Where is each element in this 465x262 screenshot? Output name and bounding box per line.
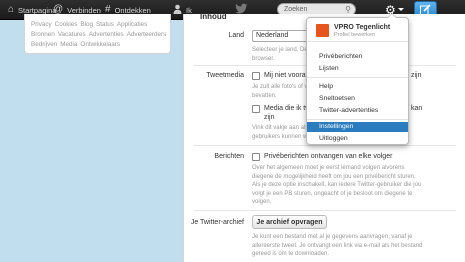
menu-item-lists[interactable]: Lijsten <box>307 64 408 74</box>
footer-links: Privacy Cookies Blog Status Applicaties Bronn… <box>31 20 167 50</box>
person-icon <box>173 4 182 17</box>
dm-option-label: Privéberichten ontvangen van elke volger <box>264 153 393 160</box>
archive-label: Je Twitter-archief <box>190 219 244 226</box>
help-line: Over het algemeen moet je eerst iemand v… <box>252 165 405 171</box>
berichten-label: Berichten <box>214 153 244 160</box>
footer-link[interactable]: Privacy <box>31 21 52 28</box>
help-line: Je kunt een bestand met al je gegevens a… <box>252 234 413 240</box>
tweetmedia-help-1: Je zult alle foto's of vi bevatten. <box>252 83 309 100</box>
footer-link[interactable]: Vacatures <box>58 31 86 38</box>
request-archive-button[interactable]: Je archief opvragen <box>252 215 327 229</box>
menu-item-shortcuts[interactable]: Sneltoetsen <box>307 94 408 104</box>
archive-help: Je kunt een bestand met al je gegevens a… <box>252 233 422 259</box>
settings-dropdown-menu: VPRO Tegenlicht Profiel bewerken Privébe… <box>306 13 409 145</box>
menu-separator <box>307 77 408 78</box>
footer-link[interactable]: Adverteerders <box>127 31 167 38</box>
footer-link[interactable]: Bronnen <box>31 31 55 38</box>
footer-link[interactable]: Media <box>60 41 77 48</box>
edit-profile-link[interactable]: Profiel bewerken <box>334 32 375 38</box>
footer-link[interactable]: Status <box>96 21 114 28</box>
help-line: Je zult alle foto's of vi <box>252 84 309 90</box>
help-line: bevatten. <box>252 92 277 99</box>
divider <box>194 145 456 146</box>
chevron-down-icon <box>398 8 404 11</box>
menu-item-logout[interactable]: Uitloggen <box>307 134 408 144</box>
footer-link[interactable]: Ontwikkelaars <box>80 41 120 48</box>
footer-link[interactable]: Advertenties <box>89 31 124 38</box>
help-line: diegene de mogelijkheid heeft om jou een… <box>252 173 416 180</box>
berichten-help: Over het algemeen moet je eerst iemand v… <box>252 164 421 207</box>
dropdown-caret-inner <box>388 14 396 18</box>
avatar[interactable] <box>316 24 329 37</box>
help-line: gereed is om te downloaden. <box>252 251 330 257</box>
home-icon: ⌂ <box>8 4 15 15</box>
divider <box>194 210 456 211</box>
menu-item-help[interactable]: Help <box>307 82 408 92</box>
help-line: Als je deze optie inschakelt, kan iedere… <box>252 182 422 188</box>
account-name[interactable]: VPRO Tegenlicht <box>334 24 390 31</box>
tweetmedia-checkbox-2[interactable] <box>252 105 260 113</box>
help-line: gebruikers kunnen we <box>252 133 311 140</box>
footer-links-card: Privacy Cookies Blog Status Applicaties Bronn… <box>24 14 171 54</box>
tweetmedia-option-1-end: zijn <box>411 72 422 79</box>
menu-separator <box>307 119 408 120</box>
footer-link[interactable]: Cookies <box>55 21 78 28</box>
country-select-value: Nederland <box>256 32 289 39</box>
search-placeholder: Zoeken <box>284 6 308 13</box>
menu-item-settings[interactable]: Instellingen <box>307 122 408 132</box>
help-line: volgt je een PB sturen, ongeacht of je b… <box>252 190 413 197</box>
footer-link[interactable]: Blog <box>80 21 93 28</box>
help-line: Vink dit vakje aan als <box>252 125 309 131</box>
footer-link[interactable]: Applicaties <box>117 21 147 28</box>
menu-item-twitter-ads[interactable]: Twitter-advertenties <box>307 106 408 116</box>
tweetmedia-option-2-line2: zijn <box>264 114 275 121</box>
footer-link[interactable]: Bedrijven <box>31 41 57 48</box>
tweetmedia-option-2-end: kan <box>411 105 423 112</box>
menu-item-direct-messages[interactable]: Privéberichten <box>307 52 408 62</box>
land-label: Land <box>228 32 244 39</box>
menu-separator <box>307 41 408 42</box>
help-line: allereerste tweet. Je ontvangt een link … <box>252 242 423 249</box>
dm-checkbox[interactable] <box>252 153 260 161</box>
search-icon[interactable]: ⚲ <box>345 5 351 14</box>
tweetmedia-help-2: Vink dit vakje aan als gebruikers kunnen… <box>252 124 311 141</box>
tweetmedia-checkbox-1[interactable] <box>252 72 260 80</box>
tweetmedia-label: Tweetmedia <box>206 72 244 79</box>
section-heading: Inhoud <box>200 12 227 21</box>
help-line: volgen. <box>252 199 272 205</box>
